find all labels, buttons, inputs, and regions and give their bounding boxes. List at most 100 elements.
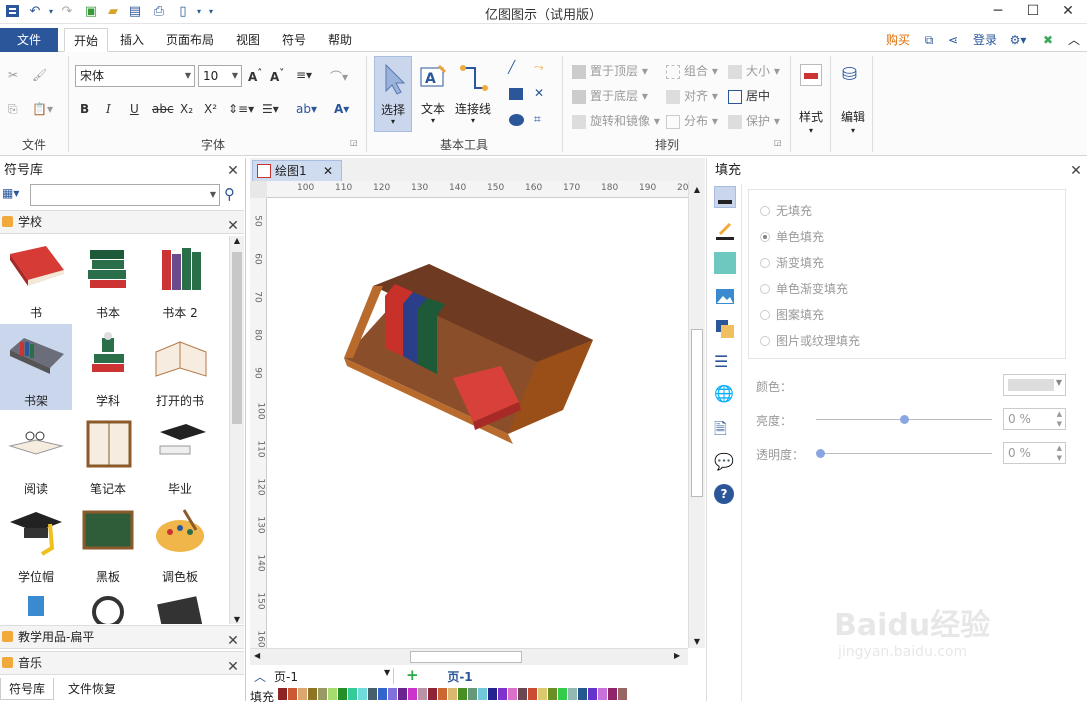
size-button[interactable]: 大小 ▾ bbox=[728, 62, 780, 79]
color-swatch[interactable] bbox=[358, 688, 367, 700]
color-swatch[interactable] bbox=[568, 688, 577, 700]
fill-option-gradient[interactable]: 渐变填充 bbox=[760, 254, 824, 271]
strikethrough-button[interactable]: abc bbox=[152, 102, 174, 116]
color-swatch[interactable] bbox=[388, 688, 397, 700]
tab-home[interactable]: 开始 bbox=[64, 28, 108, 52]
copy-icon[interactable]: ⎘ bbox=[8, 102, 18, 117]
paste-icon[interactable]: 📋▾ bbox=[32, 102, 53, 116]
color-swatch[interactable] bbox=[548, 688, 557, 700]
symbol-grad-cap[interactable]: 学位帽 bbox=[0, 500, 72, 586]
symbol-blackboard[interactable]: 黑板 bbox=[72, 500, 144, 586]
tab-file[interactable]: 文件 bbox=[0, 28, 58, 52]
library-close-icon[interactable]: ✕ bbox=[226, 163, 240, 179]
brightness-input[interactable]: 0 % ▲ ▼ bbox=[1003, 408, 1066, 430]
curve-tool-icon[interactable]: ⤳ bbox=[534, 60, 544, 75]
fill-option-picture[interactable]: 图片或纹理填充 bbox=[760, 332, 860, 349]
color-swatch[interactable] bbox=[448, 688, 457, 700]
rectangle-tool-icon[interactable] bbox=[509, 88, 523, 100]
symbol-graduation[interactable]: 毕业 bbox=[144, 412, 216, 498]
share-icon[interactable]: ⋖ bbox=[942, 28, 964, 52]
scroll-up-icon[interactable]: ▲ bbox=[230, 236, 244, 245]
fill-panel-close-icon[interactable]: ✕ bbox=[1069, 163, 1083, 179]
fill-option-solid[interactable]: 单色填充 bbox=[760, 228, 824, 245]
color-swatch[interactable] bbox=[308, 688, 317, 700]
font-color-icon[interactable]: A▾ bbox=[334, 102, 349, 116]
category-music[interactable]: 音乐 ✕ bbox=[0, 651, 244, 675]
align-button[interactable]: 对齐 ▾ bbox=[666, 87, 718, 104]
scroll-up-icon[interactable]: ▲ bbox=[689, 185, 705, 194]
scroll-right-icon[interactable]: ▶ bbox=[674, 651, 680, 660]
symbol-open-book[interactable]: 打开的书 bbox=[144, 324, 216, 410]
symbol-subject[interactable]: 学科 bbox=[72, 324, 144, 410]
select-tool-button[interactable]: 选择 ▾ bbox=[374, 56, 412, 132]
library-search-input[interactable]: ▼ bbox=[30, 184, 220, 206]
scroll-down-icon[interactable]: ▼ bbox=[689, 637, 705, 646]
font-name-select[interactable]: 宋体 ▼ bbox=[75, 65, 195, 87]
cut-icon[interactable]: ✂ bbox=[8, 68, 18, 82]
comment-icon[interactable]: 💬 bbox=[714, 452, 736, 474]
color-swatch[interactable] bbox=[398, 688, 407, 700]
color-swatch[interactable] bbox=[368, 688, 377, 700]
edit-button[interactable]: ⛁ 编辑 ▾ bbox=[838, 58, 868, 142]
shadow-icon[interactable] bbox=[714, 252, 736, 274]
color-swatch[interactable] bbox=[288, 688, 297, 700]
color-swatch[interactable] bbox=[438, 688, 447, 700]
brightness-slider-thumb[interactable] bbox=[900, 415, 909, 424]
color-swatch[interactable] bbox=[508, 688, 517, 700]
search-icon[interactable]: ⚲ bbox=[224, 185, 235, 203]
tab-file-recovery[interactable]: 文件恢复 bbox=[56, 678, 128, 700]
tab-view[interactable]: 视图 bbox=[228, 28, 268, 52]
symbol-palette[interactable]: 调色板 bbox=[144, 500, 216, 586]
center-button[interactable]: 居中 bbox=[728, 87, 770, 104]
transparency-slider-thumb[interactable] bbox=[816, 449, 825, 458]
login-link[interactable]: 登录 bbox=[968, 28, 1002, 52]
attachment-icon[interactable]: 🗎 bbox=[714, 418, 736, 440]
font-size-select[interactable]: 10 ▼ bbox=[198, 65, 242, 87]
color-swatch[interactable] bbox=[478, 688, 487, 700]
color-swatch[interactable] bbox=[458, 688, 467, 700]
line-spacing-icon[interactable]: ⇕≡▾ bbox=[228, 102, 254, 116]
font-dialog-launcher-icon[interactable]: ◲ bbox=[350, 138, 358, 147]
symbol-reading[interactable]: 阅读 bbox=[0, 412, 72, 498]
color-swatch[interactable] bbox=[608, 688, 617, 700]
share-window-icon[interactable]: ⧉ bbox=[918, 28, 940, 52]
symbol-book[interactable]: 书 bbox=[0, 236, 72, 322]
color-swatch[interactable] bbox=[328, 688, 337, 700]
ellipse-tool-icon[interactable] bbox=[509, 114, 524, 126]
color-swatch[interactable] bbox=[428, 688, 437, 700]
layer-icon[interactable] bbox=[714, 318, 736, 340]
color-swatch[interactable] bbox=[418, 688, 427, 700]
line-tool-icon[interactable]: ╱ bbox=[508, 60, 515, 74]
intersect-tool-icon[interactable]: ✕ bbox=[534, 86, 544, 100]
color-swatch[interactable] bbox=[538, 688, 547, 700]
color-swatch[interactable] bbox=[618, 688, 627, 700]
color-swatch[interactable] bbox=[348, 688, 357, 700]
canvas-vertical-scrollbar[interactable]: ▲ ▼ bbox=[688, 181, 705, 648]
tab-symbol-library[interactable]: 符号库 bbox=[0, 678, 54, 700]
color-swatch[interactable] bbox=[528, 688, 537, 700]
page-up-icon[interactable]: ︿ bbox=[254, 668, 266, 685]
send-back-button[interactable]: 置于底层 ▾ bbox=[572, 87, 648, 104]
symbol-partial-2[interactable] bbox=[72, 588, 144, 624]
scroll-thumb[interactable] bbox=[232, 252, 242, 424]
color-swatch[interactable] bbox=[378, 688, 387, 700]
document-tab-close-icon[interactable]: ✕ bbox=[323, 161, 333, 181]
library-grid-icon[interactable]: ▦▾ bbox=[2, 186, 24, 204]
connector-tool-button[interactable]: 连接线 ▾ bbox=[452, 56, 494, 132]
crop-tool-icon[interactable]: ⌗ bbox=[534, 112, 541, 127]
color-swatch[interactable] bbox=[338, 688, 347, 700]
text-align-icon[interactable]: ≡▾ bbox=[296, 68, 312, 82]
rotate-mirror-button[interactable]: 旋转和镜像 ▾ bbox=[572, 112, 660, 129]
color-swatch[interactable] bbox=[318, 688, 327, 700]
bullets-icon[interactable]: ☰▾ bbox=[262, 102, 279, 116]
canvas[interactable] bbox=[267, 198, 688, 648]
settings-gear-icon[interactable]: ⚙▾ bbox=[1004, 28, 1032, 52]
symbol-books-2[interactable]: 书本 2 bbox=[144, 236, 216, 322]
help-icon[interactable]: ? bbox=[714, 484, 736, 506]
font-color-bg-icon[interactable]: ab▾ bbox=[296, 102, 317, 116]
fill-option-pattern[interactable]: 图案填充 bbox=[760, 306, 824, 323]
scroll-down-icon[interactable]: ▼ bbox=[230, 615, 244, 624]
collapse-ribbon-icon[interactable]: ︿ bbox=[1064, 28, 1084, 52]
category-teaching-flat[interactable]: 教学用品-扁平 ✕ bbox=[0, 625, 244, 649]
color-swatch[interactable] bbox=[278, 688, 287, 700]
